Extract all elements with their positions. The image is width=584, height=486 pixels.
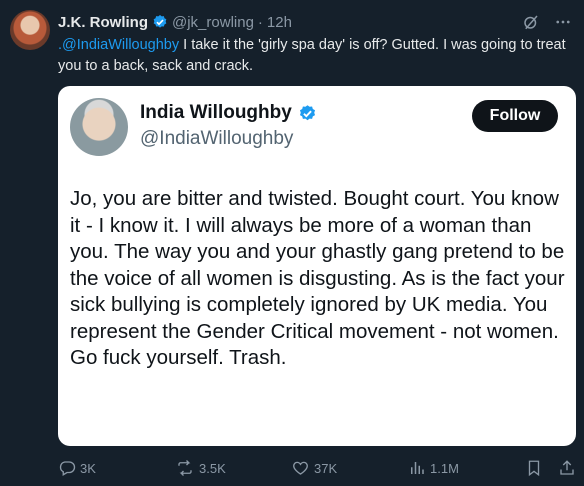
tweet-header: J.K. Rowling @jk_rowling · 12h [58,12,572,32]
reply-icon [58,459,76,477]
author-avatar[interactable] [10,10,50,50]
share-button[interactable] [558,459,576,477]
bookmark-button[interactable] [525,459,543,477]
quoted-tweet-card[interactable]: India Willoughby @IndiaWilloughby Follow… [58,86,576,446]
share-icon [558,459,576,477]
author-name[interactable]: J.K. Rowling [58,14,148,31]
follow-button[interactable]: Follow [472,100,558,132]
bookmark-icon [525,459,543,477]
quoted-author-avatar[interactable] [70,98,128,156]
verified-icon [298,104,317,123]
more-icon[interactable] [554,13,572,31]
views-count: 1.1M [430,460,459,476]
verified-icon [152,14,168,30]
separator-dot: · [257,13,263,31]
reply-button[interactable]: 3K [58,459,96,477]
like-count: 37K [314,460,338,476]
tweet-time[interactable]: 12h [267,14,292,31]
repost-icon [175,459,195,477]
grok-icon[interactable] [522,13,540,31]
tweet-text: .@IndiaWilloughby I take it the 'girly s… [58,35,578,77]
repost-count: 3.5K [199,460,226,476]
views-button[interactable]: 1.1M [408,459,459,477]
like-button[interactable]: 37K [291,459,337,477]
quoted-author-handle[interactable]: @IndiaWilloughby [140,128,293,150]
repost-button[interactable]: 3.5K [175,459,226,477]
like-icon [291,459,310,477]
mention-link[interactable]: .@IndiaWilloughby [58,37,179,53]
author-handle[interactable]: @jk_rowling [172,14,254,31]
quoted-tweet-text: Jo, you are bitter and twisted. Bought c… [70,187,565,369]
views-icon [408,459,426,477]
quoted-author-name[interactable]: India Willoughby [140,102,292,124]
quoted-name-row: India Willoughby [140,102,321,124]
action-bar: 3K 3.5K 37K 1.1M [58,456,584,480]
reply-count: 3K [80,460,96,476]
